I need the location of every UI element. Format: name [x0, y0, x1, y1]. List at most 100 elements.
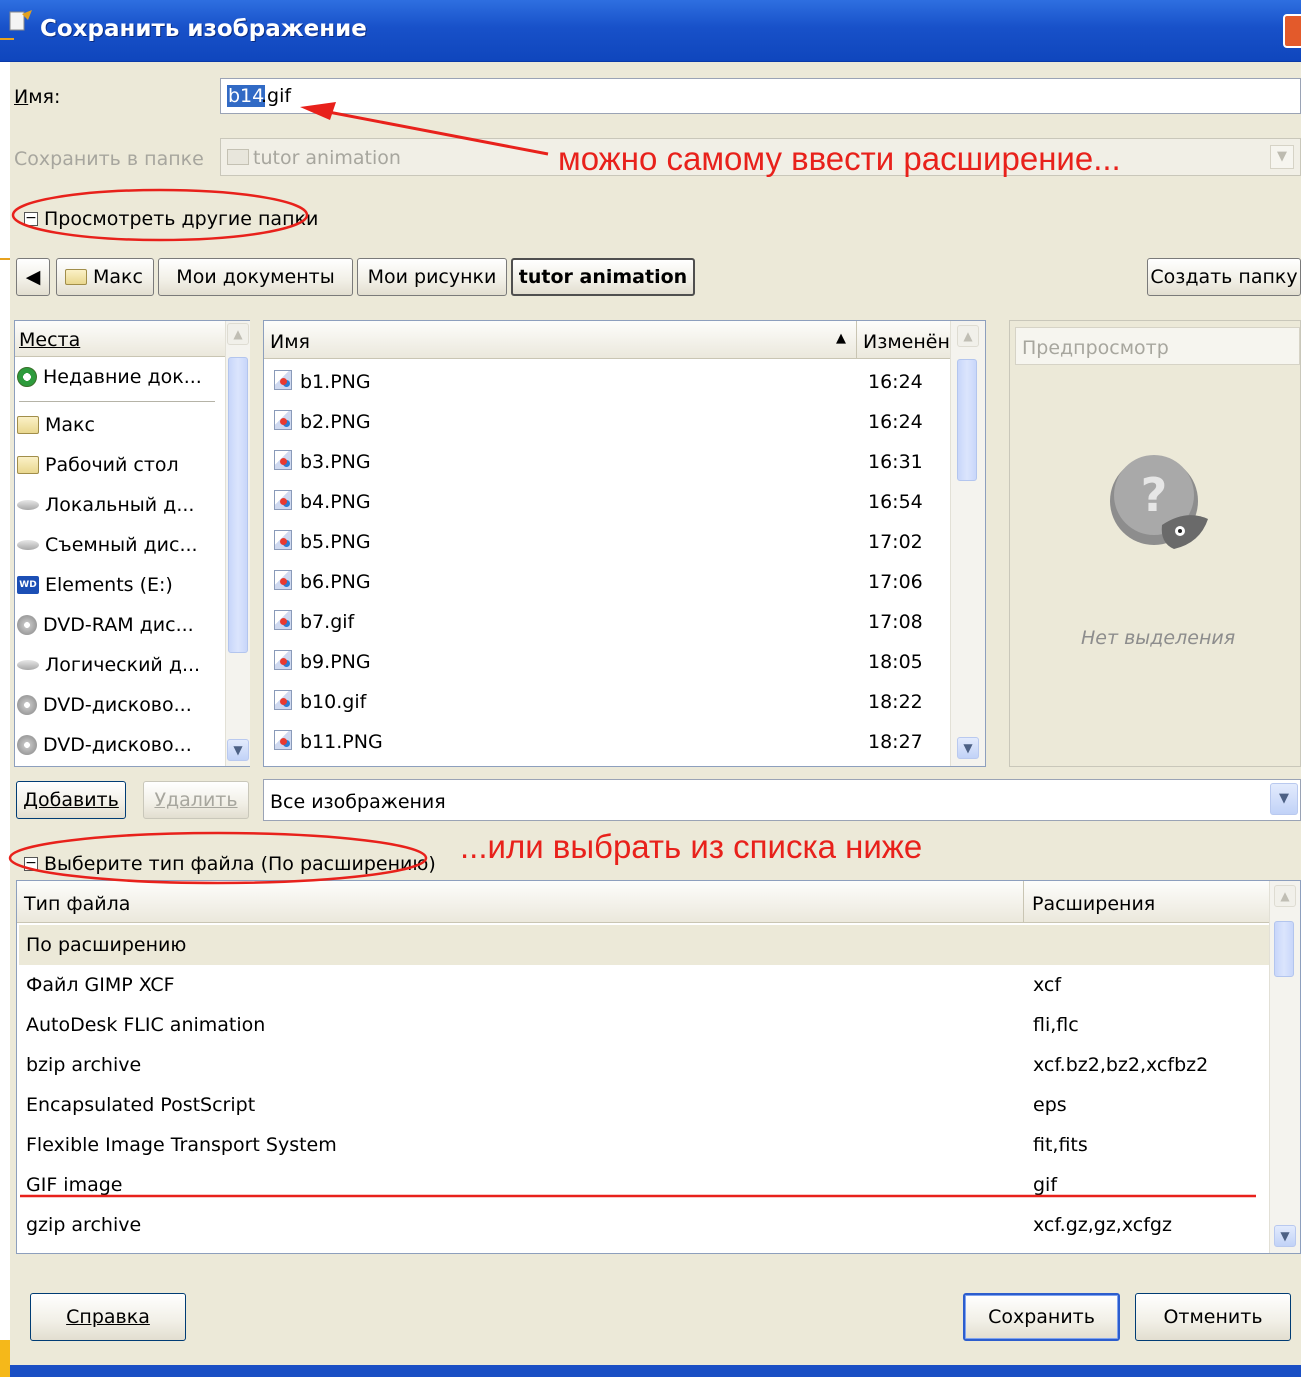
path-button-label: Макс [93, 266, 143, 288]
place-item[interactable]: DVD-дисково... [17, 725, 192, 765]
place-item[interactable]: Локальный д... [17, 485, 194, 525]
folder-icon [227, 149, 249, 165]
path-button-tutor-animation[interactable]: tutor animation [511, 258, 695, 296]
filename-input[interactable]: b14 .gif [220, 78, 1301, 114]
filetype-row-selected[interactable]: По расширению [19, 925, 1269, 965]
filetype-row[interactable]: GIF image gif [19, 1165, 1269, 1205]
wd-drive-icon: WD [17, 576, 39, 594]
file-time: 16:24 [868, 371, 923, 393]
file-row[interactable]: b6.PNG 17:06 [272, 562, 948, 602]
scroll-up-icon[interactable]: ▲ [1274, 885, 1296, 907]
annotation-bottom-text: ...или выбрать из списка ниже [460, 828, 923, 865]
window-bottom-border [0, 1365, 1301, 1377]
scroll-thumb[interactable] [957, 359, 977, 481]
scroll-down-icon[interactable]: ▼ [227, 739, 249, 761]
file-row[interactable]: b7.gif 17:08 [272, 602, 948, 642]
place-label: Недавние док... [43, 366, 202, 388]
remove-place-label: Удалить [154, 789, 238, 811]
place-label: Локальный д... [45, 494, 195, 516]
file-row[interactable]: b10.gif 18:22 [272, 682, 948, 722]
place-label: DVD-дисково... [43, 694, 192, 716]
filetype-column-ext[interactable]: Расширения [1023, 881, 1269, 923]
file-time: 17:06 [868, 571, 923, 593]
filetype-expander-label: Выберите тип файла (По расширению) [44, 853, 436, 875]
left-arrow-icon: ◀ [25, 266, 41, 288]
filetype-expander[interactable]: − Выберите тип файла (По расширению) [24, 853, 436, 875]
image-file-icon [274, 370, 292, 390]
annotation-top-text: можно самому ввести расширение... [558, 140, 1121, 177]
filetype-ext: xcf.gz,gz,xcfgz [1033, 1214, 1172, 1236]
place-item[interactable]: Недавние док... [17, 357, 202, 397]
cancel-button[interactable]: Отменить [1135, 1293, 1291, 1341]
file-row[interactable]: b9.PNG 18:05 [272, 642, 948, 682]
filetype-column-type[interactable]: Тип файла [17, 881, 1023, 923]
scroll-up-icon[interactable]: ▲ [227, 323, 249, 345]
create-folder-button[interactable]: Создать папку [1147, 258, 1301, 296]
close-button[interactable] [1283, 14, 1301, 48]
gimp-app-icon [9, 10, 32, 31]
path-back-button[interactable]: ◀ [16, 258, 50, 296]
place-item[interactable]: DVD-дисково... [17, 685, 192, 725]
image-file-icon [274, 450, 292, 470]
filetype-table: Тип файла Расширения По расширению Файл … [16, 880, 1301, 1254]
collapse-icon: − [24, 210, 38, 226]
place-item[interactable]: Съемный дис... [17, 525, 198, 565]
filetype-row[interactable]: bzip archive xcf.bz2,bz2,xcfbz2 [19, 1045, 1269, 1085]
files-column-modified[interactable]: Изменён [856, 321, 950, 359]
filetype-row[interactable]: Файл GIMP XCF xcf [19, 965, 1269, 1005]
filetype-name: GIF image [26, 1174, 123, 1196]
browse-folders-expander[interactable]: − Просмотреть другие папки [24, 208, 318, 230]
place-item[interactable]: Рабочий стол [17, 445, 179, 485]
save-in-folder-value: tutor animation [253, 147, 401, 169]
browse-folders-label: Просмотреть другие папки [44, 208, 319, 230]
add-place-label: Добавить [23, 789, 119, 811]
save-button[interactable]: Сохранить [963, 1293, 1120, 1341]
path-button-maks[interactable]: Макс [56, 258, 154, 296]
image-file-icon [274, 730, 292, 750]
preview-empty-text: Нет выделения [1081, 627, 1236, 649]
places-separator [19, 401, 215, 402]
file-row[interactable]: b4.PNG 16:54 [272, 482, 948, 522]
filetype-scrollbar[interactable]: ▲ ▼ [1269, 881, 1300, 1253]
filetype-row[interactable]: Flexible Image Transport System fit,fits [19, 1125, 1269, 1165]
scroll-thumb[interactable] [228, 357, 248, 653]
filename-selected-text: b14 [227, 85, 266, 107]
places-header-label: Места [19, 329, 81, 351]
files-scrollbar[interactable]: ▲ ▼ [950, 321, 985, 766]
file-row[interactable]: b5.PNG 17:02 [272, 522, 948, 562]
places-panel: Места Недавние док... Макс Рабочий стол … [14, 320, 250, 767]
scroll-thumb[interactable] [1274, 921, 1294, 977]
place-label: Логический д... [45, 654, 201, 676]
file-name: b11.PNG [300, 731, 383, 753]
filetype-row[interactable]: Encapsulated PostScript eps [19, 1085, 1269, 1125]
place-item[interactable]: Логический д... [17, 645, 200, 685]
help-button[interactable]: Справка [30, 1293, 186, 1341]
scroll-down-icon[interactable]: ▼ [1274, 1225, 1296, 1247]
path-button-my-pictures[interactable]: Мои рисунки [357, 258, 507, 296]
place-item[interactable]: WD Elements (E:) [17, 565, 173, 605]
filetype-row[interactable]: AutoDesk FLIC animation fli,flc [19, 1005, 1269, 1045]
places-scrollbar[interactable]: ▲ ▼ [225, 321, 250, 766]
file-row[interactable]: b11.PNG 18:27 [272, 722, 948, 762]
path-button-my-documents[interactable]: Мои документы [158, 258, 353, 296]
chevron-down-icon[interactable]: ▼ [1270, 783, 1298, 815]
file-row[interactable]: b2.PNG 16:24 [272, 402, 948, 442]
file-name: b2.PNG [300, 411, 371, 433]
scroll-down-icon[interactable]: ▼ [957, 737, 979, 759]
file-row[interactable]: b1.PNG 16:24 [272, 362, 948, 402]
sort-ascending-icon: ▲ [836, 331, 846, 346]
place-item[interactable]: DVD-RAM дис... [17, 605, 194, 645]
file-filter-combo[interactable]: Все изображения ▼ [263, 779, 1301, 821]
drive-icon [17, 500, 39, 510]
places-header[interactable]: Места [15, 321, 225, 357]
place-item[interactable]: Макс [17, 405, 95, 445]
save-in-folder-label: Сохранить в папке [14, 148, 204, 170]
scroll-up-icon[interactable]: ▲ [957, 325, 979, 347]
image-file-icon [274, 530, 292, 550]
file-row[interactable]: b3.PNG 16:31 [272, 442, 948, 482]
filename-extension-text: .gif [261, 85, 292, 107]
filetype-row[interactable]: gzip archive xcf.gz,gz,xcfgz [19, 1205, 1269, 1245]
add-place-button[interactable]: Добавить [16, 781, 126, 819]
files-column-name[interactable]: Имя ▲ [264, 321, 856, 359]
image-file-icon [274, 490, 292, 510]
